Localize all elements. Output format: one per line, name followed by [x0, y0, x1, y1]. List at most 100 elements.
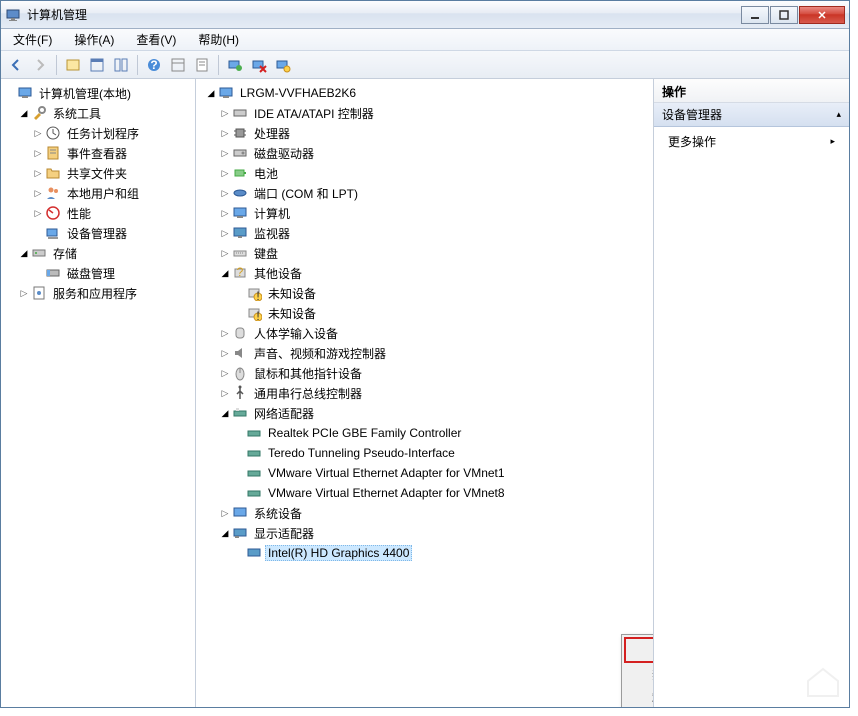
device-tree-panel[interactable]: ◢LRGM-VVFHAEB2K6 ▷IDE ATA/ATAPI 控制器 ▷处理器…: [196, 79, 654, 707]
tools-icon: [31, 105, 47, 121]
expand-icon[interactable]: ▷: [218, 348, 232, 359]
tree-item[interactable]: !未知设备: [198, 303, 651, 323]
context-menu: 更新驱动程序软件(P)... 禁用(D) 卸载(U) 扫描检测硬件改动(A) 属…: [621, 634, 654, 707]
maximize-button[interactable]: [770, 6, 798, 24]
tree-label: 本地用户和组: [64, 184, 142, 203]
tree-category[interactable]: ▷声音、视频和游戏控制器: [198, 343, 651, 363]
expand-icon[interactable]: ▷: [31, 148, 45, 159]
tree-item[interactable]: VMware Virtual Ethernet Adapter for VMne…: [198, 463, 651, 483]
collapse-icon[interactable]: ◢: [218, 528, 232, 539]
tree-item[interactable]: Realtek PCIe GBE Family Controller: [198, 423, 651, 443]
tree-category[interactable]: ▷ 系统设备: [198, 503, 651, 523]
tree-item[interactable]: ▷ 本地用户和组: [3, 183, 193, 203]
tree-item[interactable]: ▷ 共享文件夹: [3, 163, 193, 183]
tree-category[interactable]: ▷ 鼠标和其他指针设备: [198, 363, 651, 383]
forward-button[interactable]: [29, 54, 51, 76]
tool-btn-8[interactable]: [272, 54, 294, 76]
collapse-icon[interactable]: ◢: [218, 408, 232, 419]
back-button[interactable]: [5, 54, 27, 76]
device-manager-icon: [45, 225, 61, 241]
tool-btn-1[interactable]: [62, 54, 84, 76]
menu-help[interactable]: 帮助(H): [192, 29, 245, 50]
tool-btn-4[interactable]: [167, 54, 189, 76]
tree-category[interactable]: ▷处理器: [198, 123, 651, 143]
minimize-button[interactable]: [741, 6, 769, 24]
title-bar[interactable]: 计算机管理: [1, 1, 849, 29]
expand-icon[interactable]: ▷: [218, 108, 232, 119]
tree-label: Teredo Tunneling Pseudo-Interface: [265, 445, 458, 461]
tree-label: VMware Virtual Ethernet Adapter for VMne…: [265, 485, 508, 501]
expand-icon[interactable]: ▷: [218, 168, 232, 179]
tree-root-computer[interactable]: ◢LRGM-VVFHAEB2K6: [198, 83, 651, 103]
tree-item[interactable]: !未知设备: [198, 283, 651, 303]
actions-more[interactable]: 更多操作 ▸: [654, 127, 849, 156]
expand-icon[interactable]: ▷: [218, 148, 232, 159]
tool-btn-2[interactable]: [86, 54, 108, 76]
tree-root-local[interactable]: 计算机管理(本地): [3, 83, 193, 103]
collapse-icon[interactable]: ◢: [17, 248, 31, 259]
tree-category[interactable]: ▷端口 (COM 和 LPT): [198, 183, 651, 203]
expand-icon[interactable]: ▷: [31, 208, 45, 219]
tree-item-selected[interactable]: Intel(R) HD Graphics 4400: [198, 543, 651, 563]
tree-system-tools[interactable]: ◢ 系统工具: [3, 103, 193, 123]
tree-item[interactable]: ▷性能: [3, 203, 193, 223]
tree-item[interactable]: ▷事件查看器: [3, 143, 193, 163]
help-button[interactable]: ?: [143, 54, 165, 76]
expand-icon[interactable]: ▷: [218, 368, 232, 379]
expand-icon[interactable]: ▷: [17, 288, 31, 299]
tree-item[interactable]: 设备管理器: [3, 223, 193, 243]
tree-category[interactable]: ▷IDE ATA/ATAPI 控制器: [198, 103, 651, 123]
ctx-update-driver[interactable]: 更新驱动程序软件(P)...: [626, 639, 654, 661]
close-button[interactable]: [799, 6, 845, 24]
svg-text:?: ?: [150, 58, 157, 72]
tree-label: 系统设备: [251, 504, 305, 523]
tree-other-devices[interactable]: ◢?其他设备: [198, 263, 651, 283]
collapse-icon[interactable]: ◢: [204, 88, 218, 99]
toolbar: ?: [1, 51, 849, 79]
tool-btn-5[interactable]: [191, 54, 213, 76]
tool-btn-3[interactable]: [110, 54, 132, 76]
tree-item[interactable]: ▷任务计划程序: [3, 123, 193, 143]
expand-icon[interactable]: ▷: [218, 228, 232, 239]
nic-icon: [246, 485, 262, 501]
collapse-icon[interactable]: ◢: [17, 108, 31, 119]
left-panel[interactable]: 计算机管理(本地) ◢ 系统工具 ▷任务计划程序 ▷事件查看器 ▷ 共享文件夹 ▷…: [1, 79, 196, 707]
menu-file[interactable]: 文件(F): [7, 29, 58, 50]
ctx-disable[interactable]: 禁用(D): [624, 663, 654, 685]
expand-icon[interactable]: ▷: [218, 388, 232, 399]
tree-display-adapters[interactable]: ◢显示适配器: [198, 523, 651, 543]
tool-btn-6[interactable]: [224, 54, 246, 76]
expand-icon[interactable]: ▷: [31, 188, 45, 199]
tree-category[interactable]: ▷磁盘驱动器: [198, 143, 651, 163]
menu-action[interactable]: 操作(A): [68, 29, 120, 50]
menu-view[interactable]: 查看(V): [130, 29, 182, 50]
tree-services[interactable]: ▷服务和应用程序: [3, 283, 193, 303]
actions-section[interactable]: 设备管理器 ▴: [654, 103, 849, 127]
tree-label: 鼠标和其他指针设备: [251, 364, 365, 383]
tree-label: 计算机: [251, 204, 293, 223]
tree-storage[interactable]: ◢存储: [3, 243, 193, 263]
tree-item[interactable]: VMware Virtual Ethernet Adapter for VMne…: [198, 483, 651, 503]
expand-icon[interactable]: ▷: [218, 508, 232, 519]
expand-icon[interactable]: ▷: [218, 208, 232, 219]
tree-category[interactable]: ▷通用串行总线控制器: [198, 383, 651, 403]
tree-category[interactable]: ▷键盘: [198, 243, 651, 263]
expand-icon[interactable]: ▷: [218, 248, 232, 259]
tree-network-adapters[interactable]: ◢网络适配器: [198, 403, 651, 423]
tree-category[interactable]: ▷ 计算机: [198, 203, 651, 223]
expand-icon[interactable]: ▷: [31, 168, 45, 179]
expand-icon[interactable]: ▷: [218, 128, 232, 139]
tree-label: 共享文件夹: [64, 164, 130, 183]
expand-icon[interactable]: ▷: [218, 328, 232, 339]
tree-item[interactable]: Teredo Tunneling Pseudo-Interface: [198, 443, 651, 463]
collapse-icon[interactable]: ◢: [218, 268, 232, 279]
ctx-uninstall[interactable]: 卸载(U): [624, 685, 654, 707]
tree-label: 人体学输入设备: [251, 324, 341, 343]
tree-category[interactable]: ▷电池: [198, 163, 651, 183]
tree-category[interactable]: ▷ 人体学输入设备: [198, 323, 651, 343]
tree-category[interactable]: ▷监视器: [198, 223, 651, 243]
tree-item[interactable]: 磁盘管理: [3, 263, 193, 283]
expand-icon[interactable]: ▷: [31, 128, 45, 139]
expand-icon[interactable]: ▷: [218, 188, 232, 199]
tool-btn-7[interactable]: [248, 54, 270, 76]
